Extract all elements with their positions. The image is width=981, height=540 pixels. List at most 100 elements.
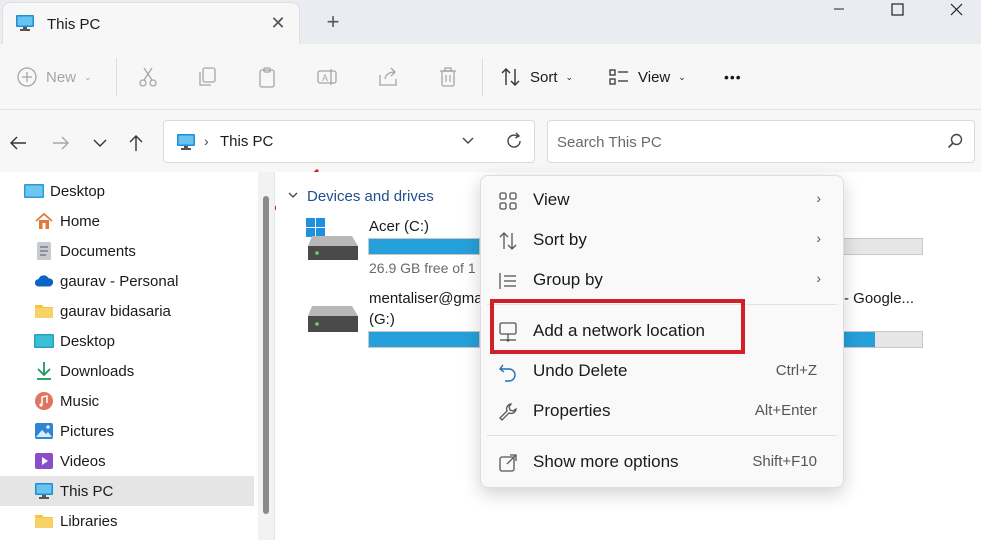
sidebar-item-onedrive[interactable]: gaurav - Personal <box>0 266 254 296</box>
desktop-icon <box>24 181 44 201</box>
minimize-button[interactable] <box>816 0 862 22</box>
sidebar-item-home[interactable]: Home <box>0 206 254 236</box>
address-dropdown-icon[interactable] <box>460 133 476 152</box>
sidebar-item-libraries[interactable]: Libraries <box>0 506 254 536</box>
this-pc-icon <box>15 14 35 35</box>
sidebar-item-this-pc[interactable]: This PC <box>0 476 254 506</box>
menu-item-sort-by[interactable]: Sort by › <box>487 220 837 260</box>
new-button[interactable]: New ⌄ <box>16 62 92 92</box>
delete-button[interactable] <box>438 62 458 92</box>
keyboard-shortcut: Alt+Enter <box>754 402 817 419</box>
sidebar-item-label: Pictures <box>60 422 115 440</box>
toolbar-divider <box>482 58 483 96</box>
tab-title: This PC <box>47 16 101 33</box>
drive-icon <box>308 306 358 332</box>
search-box[interactable]: Search This PC <box>547 120 975 163</box>
sidebar-item-desktop-2[interactable]: Desktop <box>0 326 254 356</box>
menu-separator <box>487 435 837 436</box>
refresh-icon[interactable] <box>504 131 524 156</box>
drive-name[interactable]: Acer (C:) <box>369 218 429 235</box>
sidebar-item-label: Libraries <box>60 512 118 530</box>
keyboard-shortcut: Shift+F10 <box>752 453 817 470</box>
menu-item-undo-delete[interactable]: Undo Delete Ctrl+Z <box>487 351 837 391</box>
menu-item-properties[interactable]: Properties Alt+Enter <box>487 391 837 431</box>
sidebar-item-label: Videos <box>60 452 106 470</box>
sidebar-item-label: Documents <box>60 242 136 260</box>
chevron-down-icon: ⌄ <box>678 71 686 82</box>
sidebar-item-label: gaurav bidasaria <box>60 302 171 320</box>
menu-item-group-by[interactable]: Group by › <box>487 260 837 300</box>
up-button[interactable] <box>125 132 147 154</box>
menu-item-label: Properties <box>533 401 611 420</box>
tab-this-pc[interactable]: This PC ✕ <box>2 2 300 44</box>
view-button[interactable]: View ⌄ <box>608 62 686 92</box>
arrow-up-icon <box>129 135 143 151</box>
sidebar-item-label: gaurav - Personal <box>60 272 179 290</box>
maximize-button[interactable] <box>874 0 920 22</box>
chevron-down-icon <box>288 190 298 203</box>
keyboard-shortcut: Ctrl+Z <box>775 362 817 379</box>
share-icon <box>379 67 397 86</box>
close-tab-icon[interactable]: ✕ <box>267 12 289 34</box>
command-bar: New ⌄ A Sort ⌄ View ⌄ ••• <box>0 44 981 110</box>
scissors-icon <box>139 67 157 87</box>
sidebar-item-user-folder[interactable]: gaurav bidasaria <box>0 296 254 326</box>
sidebar-item-documents[interactable]: Documents <box>0 236 254 266</box>
sidebar-item-music[interactable]: Music <box>0 386 254 416</box>
menu-item-label: Show more options <box>533 452 679 471</box>
sidebar-item-desktop[interactable]: Desktop <box>0 176 254 206</box>
more-options-button[interactable]: ••• <box>724 62 742 92</box>
sort-icon <box>497 230 519 252</box>
sidebar-item-label: Desktop <box>50 182 106 200</box>
folder-icon <box>34 511 54 531</box>
new-icon <box>17 67 37 87</box>
copy-icon <box>199 67 216 86</box>
sidebar-item-pictures[interactable]: Pictures <box>0 416 254 446</box>
scrollbar-thumb[interactable] <box>263 196 269 514</box>
sort-button[interactable]: Sort ⌄ <box>500 62 573 92</box>
arrow-right-icon <box>53 136 69 150</box>
address-bar[interactable]: › This PC <box>163 120 535 163</box>
view-label: View <box>638 68 671 86</box>
share-icon <box>497 452 519 474</box>
menu-item-view[interactable]: View › <box>487 180 837 220</box>
cut-button[interactable] <box>138 62 158 92</box>
back-button[interactable] <box>7 132 29 154</box>
desktop-icon <box>34 331 54 351</box>
drive-free-space: 26.9 GB free of 1 <box>369 260 476 276</box>
search-input[interactable]: Search This PC <box>557 134 662 151</box>
close-window-button[interactable] <box>934 0 980 22</box>
recent-locations-button[interactable] <box>89 132 111 154</box>
chevron-down-icon: ⌄ <box>84 71 92 82</box>
paste-icon <box>259 67 275 88</box>
sidebar-scrollbar[interactable] <box>258 172 274 540</box>
annotation-highlight-box <box>490 299 745 354</box>
group-header[interactable]: Devices and drives <box>288 188 434 205</box>
chevron-down-icon: ⌄ <box>565 71 574 82</box>
paste-button[interactable] <box>258 62 278 92</box>
forward-button[interactable] <box>50 132 72 154</box>
this-pc-icon <box>176 133 196 154</box>
search-icon[interactable] <box>946 132 964 153</box>
view-icon <box>497 190 519 212</box>
copy-button[interactable] <box>197 62 217 92</box>
sidebar-item-label: Music <box>60 392 100 410</box>
sidebar-item-downloads[interactable]: Downloads <box>0 356 254 386</box>
breadcrumb[interactable]: This PC <box>220 133 273 150</box>
sort-label: Sort <box>530 68 558 86</box>
drive-usage-fill <box>369 239 479 254</box>
group-icon <box>497 270 519 292</box>
menu-item-label: Undo Delete <box>533 361 628 380</box>
arrow-left-icon <box>10 136 26 150</box>
menu-item-show-more-options[interactable]: Show more options Shift+F10 <box>487 442 837 482</box>
group-header-label: Devices and drives <box>307 188 434 205</box>
pane-divider <box>274 172 275 540</box>
drive-name[interactable]: mentaliser@gma <box>369 290 483 307</box>
rename-button[interactable]: A <box>316 62 338 92</box>
undo-icon <box>497 361 519 383</box>
sidebar-item-videos[interactable]: Videos <box>0 446 254 476</box>
new-tab-button[interactable]: + <box>322 11 344 34</box>
view-icon <box>609 69 628 85</box>
share-button[interactable] <box>377 62 399 92</box>
wrench-icon <box>497 401 519 423</box>
